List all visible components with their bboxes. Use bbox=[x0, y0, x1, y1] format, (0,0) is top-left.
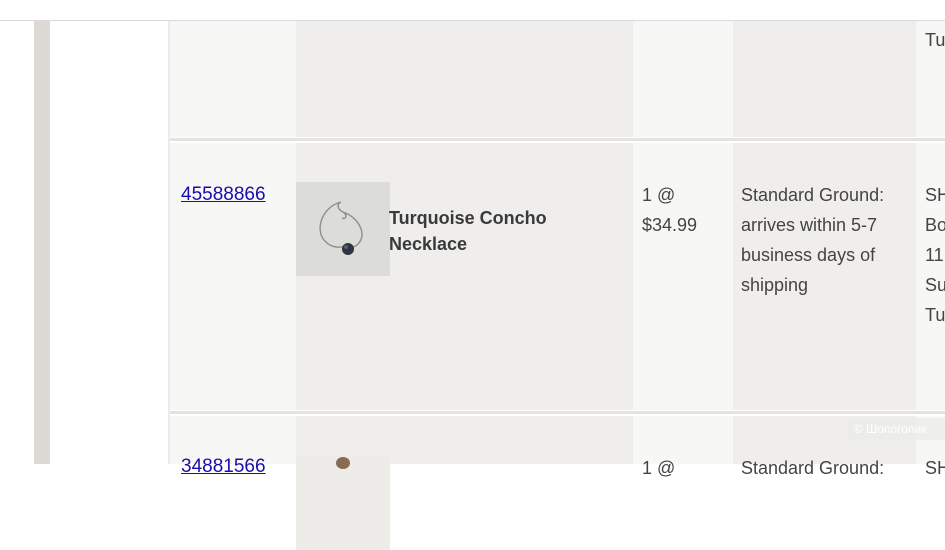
necklace-image bbox=[296, 182, 390, 276]
price-text: $34.99 bbox=[642, 215, 698, 235]
address-line: Su bbox=[925, 275, 945, 295]
top-header-bar bbox=[0, 0, 945, 21]
left-sidebar-rail bbox=[34, 0, 50, 464]
order-row: 45588866 Turquoise Concho Necklace 1 @ $… bbox=[170, 143, 945, 410]
address-line: Tu bbox=[925, 30, 945, 50]
shipping-method-text: Standard Ground: bbox=[741, 453, 911, 483]
shipping-line: arrives within 5-7 bbox=[741, 215, 878, 235]
shipping-address-text: Tu bbox=[925, 25, 945, 55]
shipping-method-text: Standard Ground: arrives within 5-7 busi… bbox=[741, 180, 911, 300]
quantity-text: 1 @ bbox=[642, 185, 676, 205]
row-separator bbox=[170, 138, 945, 141]
item-name: Turquoise Concho Necklace bbox=[389, 208, 547, 254]
order-number-link[interactable]: 34881566 bbox=[181, 456, 266, 478]
quantity-price: 1 @ bbox=[642, 453, 727, 483]
shipping-line: shipping bbox=[741, 275, 809, 295]
quantity-price: 1 @ $34.99 bbox=[642, 180, 727, 240]
shipping-address-text: SH bbox=[925, 453, 945, 483]
address-line: SH bbox=[925, 185, 945, 205]
row-separator bbox=[170, 411, 945, 414]
shipping-line: business days of bbox=[741, 245, 876, 265]
address-line: Bo bbox=[925, 215, 945, 235]
product-thumbnail[interactable] bbox=[296, 456, 390, 550]
quantity-text: 1 @ bbox=[642, 458, 676, 478]
product-thumbnail[interactable] bbox=[296, 182, 390, 276]
order-number-link[interactable]: 45588866 bbox=[181, 184, 266, 206]
address-line: 11 bbox=[925, 245, 944, 265]
shipping-address-text: SH Bo 11 Su Tu bbox=[925, 180, 945, 330]
shipping-line: Standard Ground: bbox=[741, 458, 885, 478]
shipping-line: Standard Ground: bbox=[741, 185, 885, 205]
watermark: © Шопоголик bbox=[848, 418, 945, 440]
address-line: SH bbox=[925, 458, 945, 478]
address-line: Tu bbox=[925, 305, 945, 325]
order-row: 34881566 1 @ Standard Ground: SH bbox=[170, 416, 945, 550]
product-image bbox=[296, 456, 390, 550]
